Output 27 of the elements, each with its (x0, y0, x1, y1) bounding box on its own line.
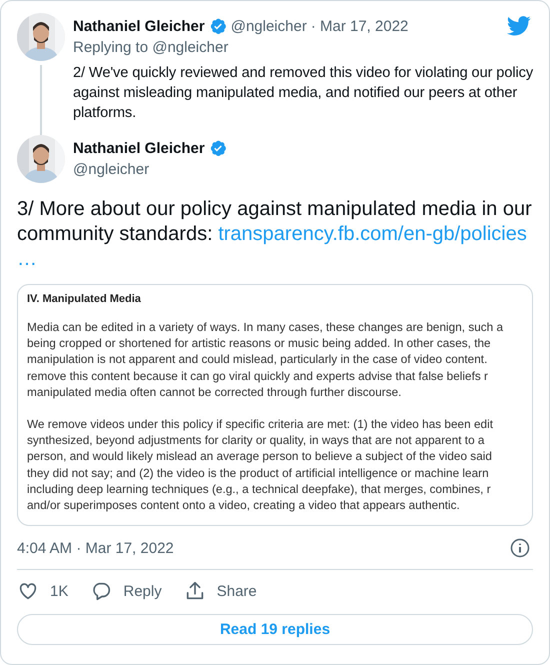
document-text-line: being cropped or shortened for artistic reasons or music being added. In other cases, the (27, 335, 492, 352)
document-text-line: person, and would likely mislead an average person to believe a subject of the video said (27, 448, 493, 465)
tweet-date[interactable]: · Mar 17, 2022 (310, 18, 408, 34)
speech-bubble-icon (90, 580, 112, 602)
author-name[interactable]: Nathaniel Gleicher (73, 140, 205, 156)
replying-to-text: Replying to @ngleicher (73, 38, 230, 58)
document-text-line: manipulated media often cannot be corrected through further discourse. (27, 384, 402, 400)
author-handle[interactable]: @ngleicher (73, 159, 533, 181)
bird-logo-icon[interactable] (507, 16, 531, 36)
share-button[interactable]: Share (184, 580, 257, 602)
document-text-line: including deep learning techniques (e.g., a technical deepfake), that merges, combines, r (27, 480, 492, 498)
document-text-line: they did not say; and (2) the video is the product of artificial intelligence or machine learn (27, 464, 490, 481)
like-button[interactable]: 1K (17, 580, 68, 602)
tweet-text: 2/ We've quickly reviewed and removed this video for violating our policy against misleading manipulated media, and notified our peers at other platforms. (73, 64, 533, 123)
info-icon[interactable] (510, 538, 530, 558)
document-text-line: Media can be edited in a variety of ways. In many cases, these changes are benign, such a (27, 319, 504, 336)
document-text-line: synthesized, beyond adjustments for clarity or quality, in ways that are not apparent to a (27, 432, 486, 448)
document-text-line: remove this content because it can go viral quickly and experts advise that false beliefs r (27, 368, 489, 384)
author-handle[interactable]: @ngleicher (230, 18, 307, 34)
tweet-text: 3/ More about our policy against manipulated media in our community standards: transparency.fb.com/en-gb/policies … (17, 197, 533, 272)
document-text-line: manipulation is not apparent and could mislead, particularly in the case of video content. (27, 351, 488, 368)
reply-button[interactable]: Reply (90, 580, 162, 602)
tweet-timestamp[interactable]: 4:04 AM · Mar 17, 2022 (17, 540, 174, 557)
document-text-line: and/or superimposes content onto a video, creating a video that appears authentic. (27, 497, 461, 514)
document-heading: IV. Manipulated Media (27, 293, 142, 305)
author-name[interactable]: Nathaniel Gleicher (73, 18, 205, 34)
document-text-line: We remove videos under this policy if specific criteria are met: (1) the video has been edit (27, 416, 494, 432)
